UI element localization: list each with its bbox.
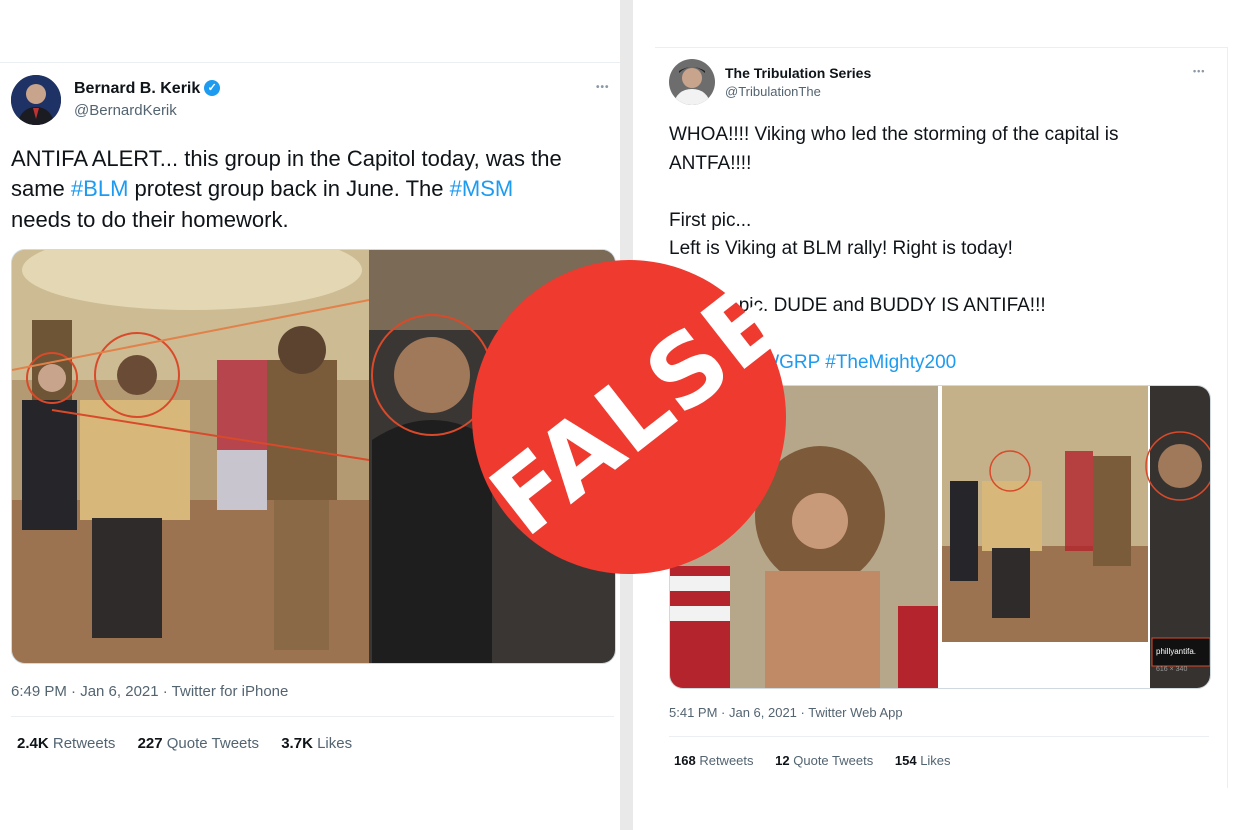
false-stamp: FALSE (470, 260, 806, 574)
more-options-icon[interactable]: ••• (1193, 66, 1205, 76)
author-name[interactable]: Bernard B. Kerik ✓ (74, 80, 221, 98)
avatar[interactable] (669, 59, 715, 105)
tweet-timestamp[interactable]: 5:41 PM · Jan 6, 2021 · Twitter Web App (669, 705, 903, 720)
tweet-text-line: First pic... (669, 209, 752, 231)
hashtag-link[interactable]: #BLM (71, 176, 128, 201)
retweets-stat[interactable]: 168 Retweets (674, 753, 754, 768)
tweet-text-line: ANTFA!!!! (669, 152, 752, 174)
tweet-text-line: needs to do their homework. (11, 206, 289, 232)
tweet-text-line: WHOA!!!! Viking who led the storming of … (669, 124, 1119, 145)
watermark-label: phillyantifa. (1156, 647, 1196, 656)
tweet-timestamp[interactable]: 6:49 PM · Jan 6, 2021 · Twitter for iPho… (11, 683, 288, 700)
likes-stat[interactable]: 154 Likes (895, 753, 951, 768)
likes-stat[interactable]: 3.7K Likes (281, 735, 352, 752)
image-size-label: 616 × 340 (1156, 666, 1187, 673)
more-options-icon[interactable]: ••• (596, 82, 610, 93)
avatar[interactable] (11, 75, 61, 125)
tweet-stats: 2.4K Retweets 227 Quote Tweets 3.7K Like… (17, 735, 370, 752)
tweet-text-line: ANTIFA ALERT... this group in the Capito… (11, 146, 562, 171)
author-handle[interactable]: @BernardKerik (74, 102, 177, 119)
divider (669, 736, 1209, 737)
divider (11, 716, 614, 717)
tweet-text-line: same #BLM protest group back in June. Th… (11, 176, 514, 202)
author-name[interactable]: The Tribulation Series (725, 65, 871, 81)
retweets-stat[interactable]: 2.4K Retweets (17, 735, 115, 752)
verified-icon: ✓ (204, 80, 221, 96)
quote-tweets-stat[interactable]: 12 Quote Tweets (775, 753, 873, 768)
author-handle[interactable]: @TribulationThe (725, 84, 821, 99)
hashtag-link[interactable]: #MSM (450, 176, 514, 201)
tweet-stats: 168 Retweets 12 Quote Tweets 154 Likes (674, 753, 969, 768)
tweet-text: ANTIFA ALERT... this group in the Capito… (11, 144, 611, 235)
quote-tweets-stat[interactable]: 227 Quote Tweets (138, 735, 259, 752)
tweet-text-line: Left is Viking at BLM rally! Right is to… (669, 238, 1013, 259)
